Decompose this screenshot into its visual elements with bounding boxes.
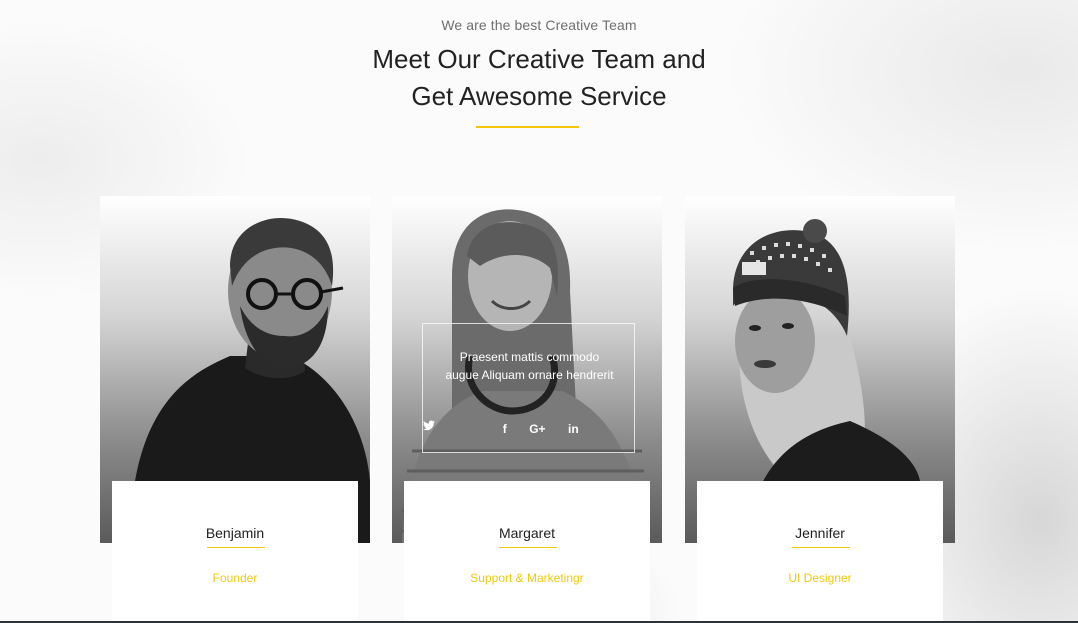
member-name[interactable]: Margaret xyxy=(404,525,650,541)
member-info: Benjamin Founder xyxy=(112,481,358,623)
section-title: Meet Our Creative Team and Get Awesome S… xyxy=(0,41,1078,115)
google-plus-icon[interactable]: G+ xyxy=(529,422,545,436)
title-underline xyxy=(476,126,579,128)
member-name[interactable]: Jennifer xyxy=(697,525,943,541)
member-role: UI Designer xyxy=(788,571,852,585)
member-name[interactable]: Benjamin xyxy=(112,525,358,541)
member-info: Margaret Support & Marketingr xyxy=(404,481,650,623)
name-underline xyxy=(499,547,557,548)
member-info: Jennifer UI Designer xyxy=(697,481,943,623)
team-card-jennifer[interactable]: Jennifer UI Designer xyxy=(685,196,955,623)
facebook-icon[interactable]: f xyxy=(503,422,507,436)
team-card-benjamin[interactable]: Benjamin Founder xyxy=(100,196,370,623)
social-links: f G+ in xyxy=(423,420,636,438)
member-role: Support & Marketingr xyxy=(470,571,584,585)
member-hover-overlay: Praesent mattis commodo augue Aliquam or… xyxy=(422,323,635,453)
member-bio: Praesent mattis commodo augue Aliquam or… xyxy=(445,350,614,382)
name-underline xyxy=(207,547,265,548)
section-title-line2: Get Awesome Service xyxy=(411,81,667,111)
team-card-margaret[interactable]: Praesent mattis commodo augue Aliquam or… xyxy=(392,196,662,623)
section-subtitle: We are the best Creative Team xyxy=(441,17,637,33)
name-underline xyxy=(792,547,850,548)
member-role: Founder xyxy=(212,571,258,585)
linkedin-icon[interactable]: in xyxy=(568,422,579,436)
section-title-line1: Meet Our Creative Team and xyxy=(372,44,706,74)
